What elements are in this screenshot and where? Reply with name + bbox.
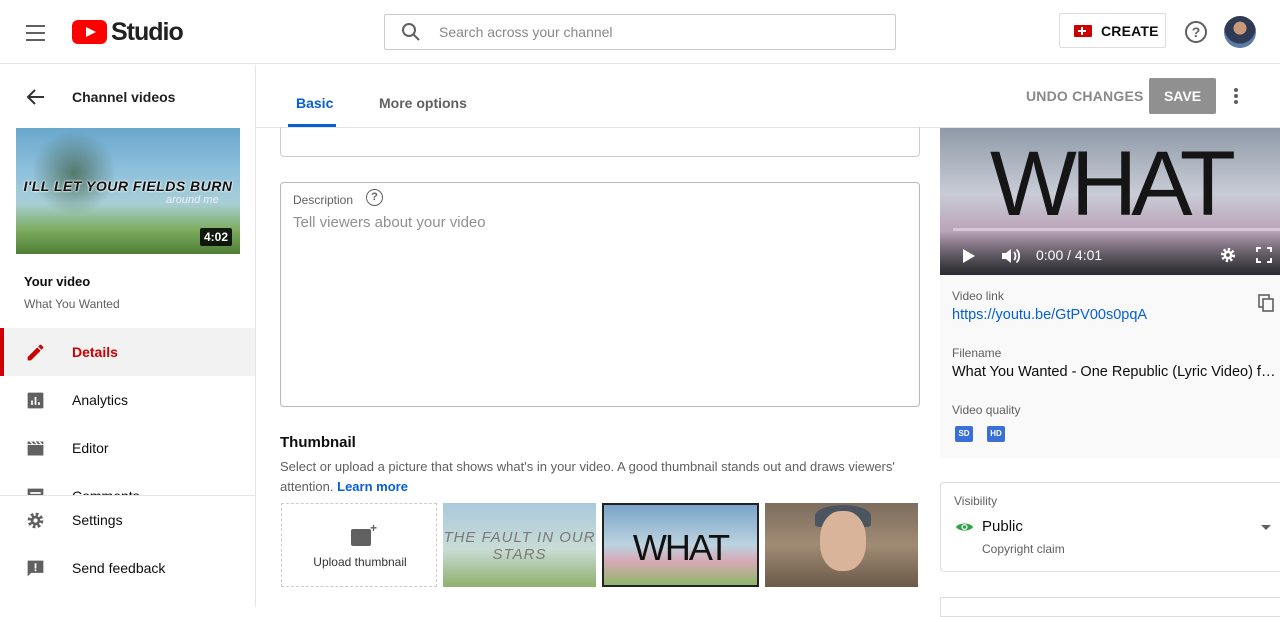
create-label: CREATE bbox=[1101, 22, 1159, 39]
eye-icon bbox=[955, 523, 974, 531]
thumbnail-option-3[interactable] bbox=[765, 503, 918, 587]
upload-thumbnail-button[interactable]: Upload thumbnail bbox=[281, 503, 437, 587]
feedback-icon bbox=[27, 560, 44, 577]
thumbnail-option-1[interactable]: THE FAULT IN OUR STARS bbox=[443, 503, 596, 587]
pencil-icon bbox=[27, 344, 44, 361]
description-field[interactable]: Description ? bbox=[280, 182, 920, 407]
undo-changes-button[interactable]: UNDO CHANGES bbox=[1026, 88, 1144, 104]
description-input[interactable] bbox=[293, 214, 903, 394]
sidebar-bottom: Settings Send feedback bbox=[0, 495, 255, 607]
chevron-down-icon bbox=[1261, 525, 1271, 530]
menu-icon[interactable] bbox=[24, 20, 48, 44]
tab-more-options[interactable]: More options bbox=[379, 95, 467, 111]
create-button[interactable]: CREATE bbox=[1059, 13, 1166, 48]
your-video-label: Your video bbox=[24, 274, 91, 289]
back-to-channel-videos[interactable]: Channel videos bbox=[0, 65, 255, 129]
sidebar-item-details[interactable]: Details bbox=[0, 328, 255, 376]
fullscreen-icon[interactable] bbox=[1256, 247, 1272, 263]
visibility-dropdown[interactable]: Visibility Public Copyright claim bbox=[940, 482, 1280, 572]
sidebar-item-label: Settings bbox=[72, 512, 123, 528]
thumbnail-option-text: THE FAULT IN OUR STARS bbox=[443, 529, 596, 563]
video-info-panel: WHAT 0:00 / 4:01 Video link https://yout… bbox=[940, 128, 1280, 458]
thumbnail-title: I'LL LET YOUR FIELDS BURN bbox=[23, 178, 233, 194]
filename-label: Filename bbox=[952, 346, 1002, 360]
studio-logo[interactable]: Studio bbox=[72, 17, 184, 46]
search-icon bbox=[402, 23, 420, 41]
avatar[interactable] bbox=[1224, 16, 1256, 48]
sidebar-item-label: Editor bbox=[72, 440, 109, 456]
sidebar-item-label: Send feedback bbox=[72, 560, 166, 576]
tab-basic[interactable]: Basic bbox=[296, 95, 333, 111]
sidebar-item-analytics[interactable]: Analytics bbox=[0, 376, 255, 424]
analytics-icon bbox=[27, 392, 44, 409]
sidebar-item-settings[interactable]: Settings bbox=[0, 496, 255, 544]
more-vert-icon[interactable] bbox=[1234, 88, 1238, 104]
back-label: Channel videos bbox=[72, 89, 176, 105]
sidebar-item-send-feedback[interactable]: Send feedback bbox=[0, 544, 255, 592]
search-input[interactable] bbox=[439, 24, 859, 40]
player-controls: 0:00 / 4:01 bbox=[940, 232, 1280, 275]
description-label: Description bbox=[293, 193, 354, 207]
title-field[interactable] bbox=[280, 127, 920, 157]
arrow-left-icon bbox=[26, 89, 44, 105]
video-thumbnail[interactable]: I'LL LET YOUR FIELDS BURN around me 4:02 bbox=[16, 128, 240, 254]
sd-badge-icon: SD bbox=[955, 426, 973, 442]
video-link-label: Video link bbox=[952, 289, 1004, 303]
logo-text: Studio bbox=[111, 17, 184, 46]
visibility-value: Public bbox=[982, 518, 1023, 535]
gear-icon bbox=[27, 512, 44, 529]
video-player[interactable]: WHAT 0:00 / 4:01 bbox=[940, 128, 1280, 275]
thumbnail-option-text: WHAT bbox=[632, 527, 730, 568]
help-icon[interactable]: ? bbox=[366, 189, 383, 206]
volume-icon[interactable] bbox=[1001, 247, 1021, 265]
create-video-icon bbox=[1074, 24, 1092, 37]
sidebar: Channel videos I'LL LET YOUR FIELDS BURN… bbox=[0, 65, 256, 607]
top-bar: Studio CREATE ? bbox=[0, 0, 1280, 64]
tab-bar: Basic More options UNDO CHANGES SAVE bbox=[256, 65, 1280, 128]
learn-more-link[interactable]: Learn more bbox=[337, 479, 408, 494]
sidebar-item-label: Details bbox=[72, 344, 118, 360]
help-icon[interactable]: ? bbox=[1185, 21, 1207, 43]
video-quality-label: Video quality bbox=[952, 403, 1021, 417]
clapper-icon bbox=[27, 441, 44, 456]
next-card bbox=[940, 597, 1280, 617]
thumbnail-subtitle: around me bbox=[166, 194, 219, 206]
progress-bar[interactable] bbox=[953, 228, 1280, 231]
sidebar-nav: Details Analytics Editor Comments bbox=[0, 328, 255, 520]
thumbnail-option-2[interactable]: WHAT bbox=[602, 503, 759, 587]
hd-badge-icon: HD bbox=[987, 426, 1005, 442]
video-overlay-text: WHAT bbox=[989, 133, 1236, 235]
add-photo-icon bbox=[351, 521, 377, 546]
duration-badge: 4:02 bbox=[199, 228, 232, 246]
visibility-subtext: Copyright claim bbox=[982, 542, 1065, 556]
play-icon[interactable] bbox=[963, 249, 975, 263]
youtube-play-icon bbox=[72, 20, 107, 44]
save-button[interactable]: SAVE bbox=[1149, 78, 1216, 114]
sidebar-item-editor[interactable]: Editor bbox=[0, 424, 255, 472]
video-title: What You Wanted bbox=[24, 297, 120, 311]
upload-thumbnail-label: Upload thumbnail bbox=[313, 555, 407, 569]
thumbnail-heading: Thumbnail bbox=[280, 434, 356, 451]
video-link[interactable]: https://youtu.be/GtPV00s0pqA bbox=[952, 307, 1276, 323]
gear-icon[interactable] bbox=[1219, 246, 1237, 264]
visibility-label: Visibility bbox=[954, 494, 998, 508]
copy-icon[interactable] bbox=[1258, 294, 1274, 312]
player-time: 0:00 / 4:01 bbox=[1036, 247, 1103, 263]
sidebar-item-label: Analytics bbox=[72, 392, 129, 408]
search-bar[interactable] bbox=[384, 14, 896, 50]
thumbnail-description: Select or upload a picture that shows wh… bbox=[280, 457, 920, 497]
filename: What You Wanted - One Republic (Lyric Vi… bbox=[952, 364, 1276, 380]
